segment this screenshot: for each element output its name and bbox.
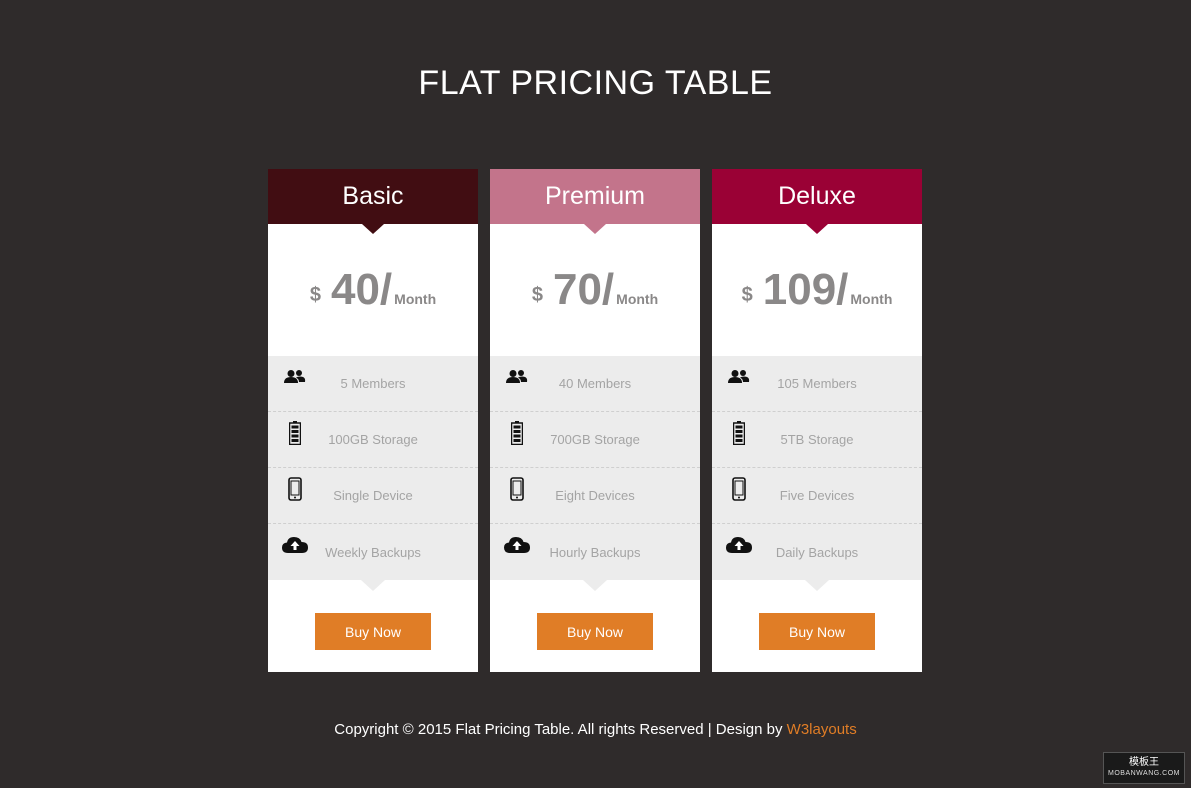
buy-now-button[interactable]: Buy Now [537,613,653,650]
price-currency: $ [741,283,753,306]
feature-item: 40 Members [490,356,700,412]
price-amount: 70/ [552,265,615,314]
phone-icon [504,476,530,502]
feature-item: Weekly Backups [268,524,478,580]
feature-item: 5 Members [268,356,478,412]
footer: Copyright © 2015 Flat Pricing Table. All… [0,721,1191,738]
page-title: FLAT PRICING TABLE [418,64,773,102]
users-icon [726,364,752,390]
cloud-upload-icon [504,532,530,558]
pricing-plans: Basic $ 40/ Month 5 Members 100GB Storag… [268,169,922,672]
phone-icon [282,476,308,502]
feature-text: 105 Members [777,376,857,391]
users-icon [282,364,308,390]
plan-header: Basic [268,169,478,234]
plan-name: Deluxe [778,182,856,210]
plan-price: $ 70/ Month [490,224,700,356]
feature-text: 700GB Storage [550,432,640,447]
feature-text: Hourly Backups [549,544,641,560]
battery-icon [726,420,752,446]
price-period: Month [616,291,659,307]
feature-item: Eight Devices [490,468,700,524]
feature-list: 40 Members 700GB Storage Eight Devices H… [490,356,700,591]
plan-deluxe: Deluxe $ 109/ Month 105 Members 5TB Stor… [712,169,922,672]
feature-list: 105 Members 5TB Storage Five Devices Dai… [712,356,922,591]
price-amount: 109/ [762,265,849,314]
feature-item: Daily Backups [712,524,922,580]
plan-premium: Premium $ 70/ Month 40 Members 700GB Sto… [490,169,700,672]
feature-item: 105 Members [712,356,922,412]
feature-item: 100GB Storage [268,412,478,468]
plan-header: Premium [490,169,700,234]
plan-price: $ 109/ Month [712,224,922,356]
plan-basic: Basic $ 40/ Month 5 Members 100GB Storag… [268,169,478,672]
feature-text: Single Device [333,488,413,503]
feature-text: 5TB Storage [780,432,854,447]
feature-item: 700GB Storage [490,412,700,468]
plan-price: $ 40/ Month [268,224,478,356]
w3layouts-link[interactable]: W3layouts [787,721,857,738]
feature-text: Weekly Backups [325,544,421,560]
buy-now-button[interactable]: Buy Now [315,613,431,650]
cloud-upload-icon [282,532,308,558]
feature-text: 100GB Storage [328,432,418,447]
feature-item: Five Devices [712,468,922,524]
plan-name: Premium [544,182,645,210]
plan-name: Basic [342,182,404,210]
cloud-upload-icon [726,532,752,558]
battery-icon [504,420,530,446]
feature-text: Eight Devices [555,488,635,503]
copyright-text: Copyright © 2015 Flat Pricing Table. All… [334,721,787,738]
feature-item: Hourly Backups [490,524,700,580]
price-amount: 40/ [330,265,393,314]
price-currency: $ [531,283,543,306]
feature-item: 5TB Storage [712,412,922,468]
feature-list: 5 Members 100GB Storage Single Device We… [268,356,478,591]
price-period: Month [850,291,893,307]
watermark-name: 模板王 [1129,757,1159,768]
price-period: Month [394,291,437,307]
buy-now-button[interactable]: Buy Now [759,613,875,650]
watermark-logo: 模板王 MOBANWANG.COM [1103,752,1185,784]
feature-item: Single Device [268,468,478,524]
plan-header: Deluxe [712,169,922,234]
phone-icon [726,476,752,502]
price-currency: $ [309,283,321,306]
users-icon [504,364,530,390]
feature-text: 5 Members [340,376,406,391]
feature-text: 40 Members [558,376,632,391]
battery-icon [282,420,308,446]
feature-text: Daily Backups [775,544,859,560]
watermark-site: MOBANWANG.COM [1108,770,1180,777]
feature-text: Five Devices [779,488,855,503]
